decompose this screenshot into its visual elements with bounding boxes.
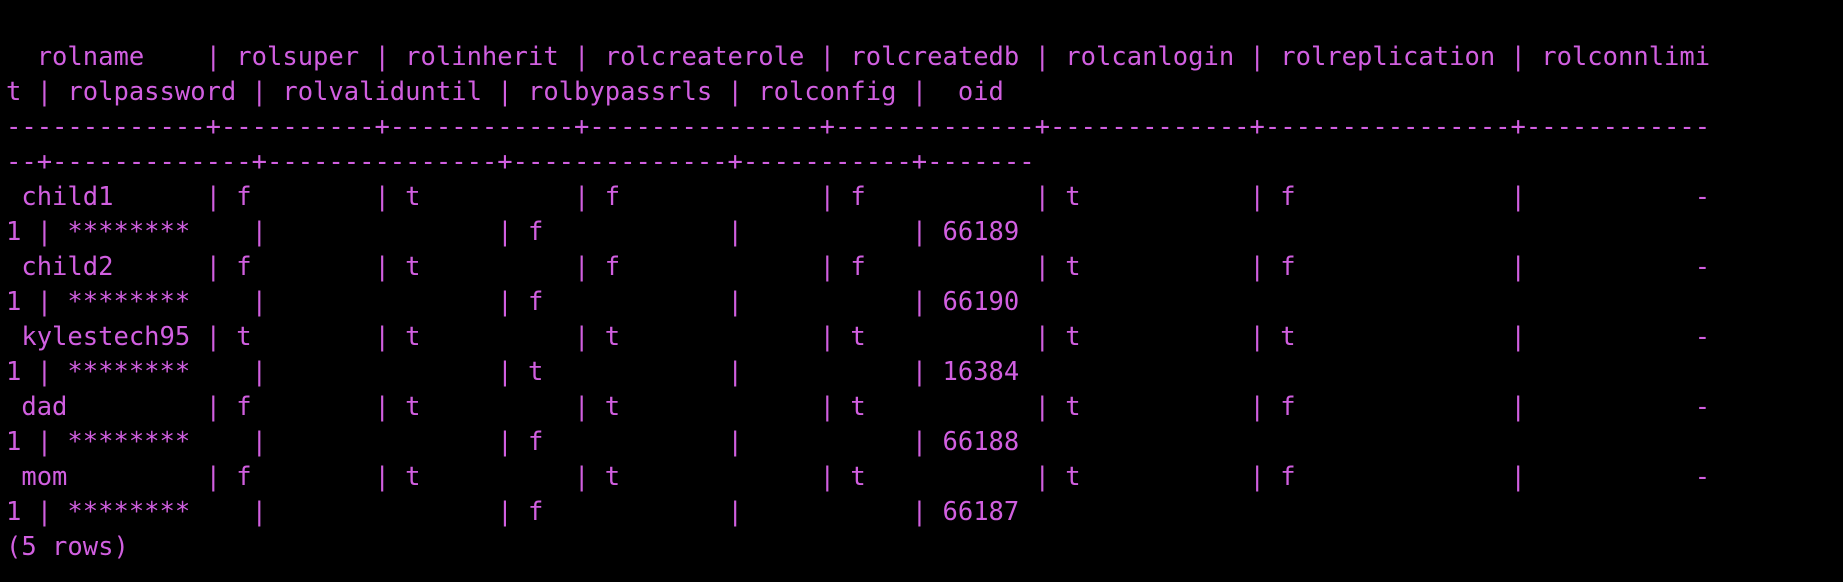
row-kylestech95-part2: 1 | ******** | | t | | 16384 — [6, 357, 1020, 387]
header-line-2: t | rolpassword | rolvaliduntil | rolbyp… — [6, 77, 1004, 107]
row-mom-part2: 1 | ******** | | f | | 66187 — [6, 497, 1020, 527]
separator-line-2: --+-------------+---------------+-------… — [6, 147, 1035, 177]
row-dad-part1: dad | f | t | t | t | t | f | - — [6, 392, 1711, 422]
row-child1-part1: child1 | f | t | f | f | t | f | - — [6, 182, 1711, 212]
row-dad-part2: 1 | ******** | | f | | 66188 — [6, 427, 1020, 457]
row-kylestech95-part1: kylestech95 | t | t | t | t | t | t | - — [6, 322, 1711, 352]
row-count-footer: (5 rows) — [6, 532, 129, 562]
row-child2-part2: 1 | ******** | | f | | 66190 — [6, 287, 1020, 317]
separator-line-1: -------------+----------+------------+--… — [6, 112, 1711, 142]
row-child1-part2: 1 | ******** | | f | | 66189 — [6, 217, 1020, 247]
row-child2-part1: child2 | f | t | f | f | t | f | - — [6, 252, 1711, 282]
terminal-window[interactable]: rolname | rolsuper | rolinherit | rolcre… — [0, 0, 1843, 582]
header-line-1: rolname | rolsuper | rolinherit | rolcre… — [6, 42, 1711, 72]
row-mom-part1: mom | f | t | t | t | t | f | - — [6, 462, 1711, 492]
